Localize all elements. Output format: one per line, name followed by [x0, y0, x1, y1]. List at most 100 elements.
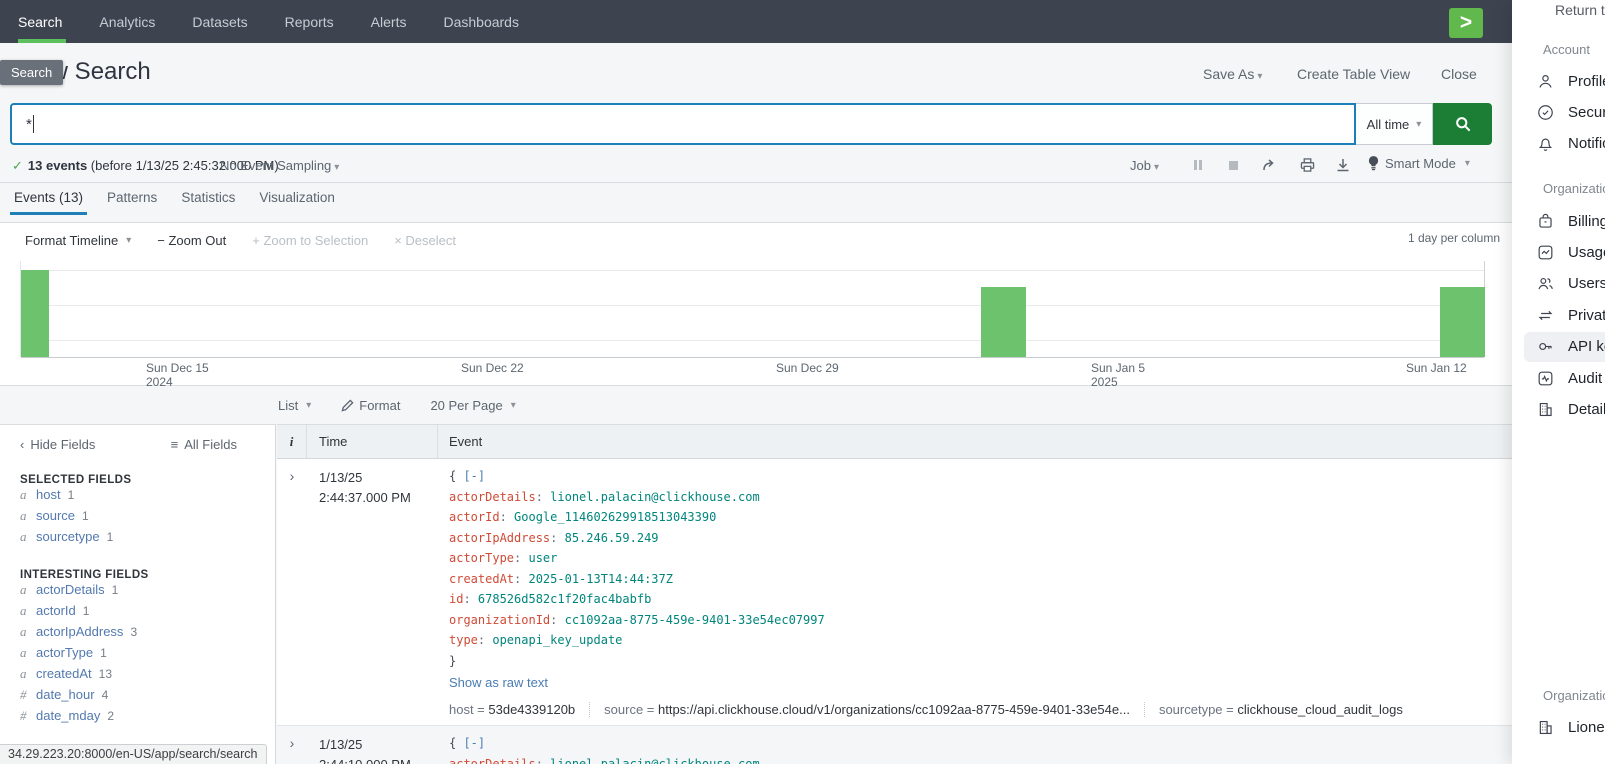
field-item-sourcetype[interactable]: asourcetype1 — [20, 529, 275, 549]
return-to-link[interactable]: Return to — [1555, 2, 1605, 18]
timeline-bar[interactable] — [981, 287, 1026, 357]
zoom-out-button[interactable]: − Zoom Out — [157, 233, 226, 248]
gridline — [21, 305, 1484, 306]
export-icon[interactable] — [1333, 156, 1353, 174]
search-input[interactable]: * — [10, 103, 1356, 145]
x-tick-label: Sun Dec 152024 — [146, 361, 209, 389]
nav-item-analytics[interactable]: Analytics — [99, 0, 177, 43]
x-tick-label: Sun Dec 22 — [461, 361, 524, 375]
hide-fields-button[interactable]: ‹Hide Fields — [20, 437, 95, 452]
per-page-dropdown[interactable]: 20 Per Page▾ — [430, 398, 515, 413]
swap-arrows-icon — [1536, 306, 1555, 325]
event-time: 2:44:37.000 PM — [319, 488, 438, 508]
timeline-chart[interactable] — [20, 261, 1485, 357]
time-range-picker[interactable]: All time▾ — [1356, 103, 1433, 145]
building-icon — [1536, 718, 1555, 737]
json-collapse-link[interactable]: [-] — [463, 469, 485, 483]
column-header-event[interactable]: Event — [438, 434, 1512, 449]
event-row: ›1/13/252:44:37.000 PM{ [-]actorDetails:… — [277, 459, 1512, 726]
nav-item-reports[interactable]: Reports — [285, 0, 356, 43]
json-field-line: createdAt: 2025-01-13T14:44:37Z — [449, 569, 1512, 590]
stop-icon[interactable] — [1223, 156, 1243, 174]
menu-item-label: Notifications — [1568, 135, 1605, 152]
numeric-field-icon: # — [20, 687, 29, 703]
meta-source[interactable]: source = https://api.clickhouse.cloud/v1… — [589, 702, 1144, 717]
all-fields-button[interactable]: ≡All Fields — [171, 437, 237, 452]
string-field-icon: a — [20, 624, 29, 640]
meta-sourcetype[interactable]: sourcetype = clickhouse_cloud_audit_logs — [1144, 702, 1417, 717]
field-item-source[interactable]: asource1 — [20, 508, 275, 528]
fields-sidebar: ‹Hide Fields ≡All Fields SELECTED FIELDS… — [0, 424, 276, 764]
search-button[interactable] — [1433, 103, 1492, 145]
create-table-view-button[interactable]: Create Table View — [1297, 66, 1410, 82]
menu-item-api-keys[interactable]: API keys — [1536, 332, 1605, 362]
column-header-time[interactable]: Time — [307, 425, 438, 458]
tab-events-[interactable]: Events (13) — [14, 190, 83, 215]
menu-item-details[interactable]: Details — [1536, 394, 1605, 424]
gridline — [21, 340, 1484, 341]
nav-item-alerts[interactable]: Alerts — [371, 0, 429, 43]
list-icon: ≡ — [171, 437, 179, 452]
expand-event-icon[interactable]: › — [277, 459, 307, 725]
event-row: ›1/13/252:44:10.000 PM{ [-]actorDetails:… — [277, 726, 1512, 764]
field-item-date_hour[interactable]: #date_hour4 — [20, 687, 275, 707]
menu-item-security[interactable]: Security — [1536, 97, 1605, 127]
field-item-actorIpAddress[interactable]: aactorIpAddress3 — [20, 624, 275, 644]
menu-item-notifications[interactable]: Notifications — [1536, 129, 1605, 159]
json-field-line: organizationId: cc1092aa-8775-459e-9401-… — [449, 610, 1512, 631]
menu-item-users[interactable]: Users — [1536, 269, 1605, 299]
timeline-bar[interactable] — [1440, 287, 1485, 357]
menu-item-usage[interactable]: Usage — [1536, 237, 1605, 267]
string-field-icon: a — [20, 582, 29, 598]
menu-item-private[interactable]: Private — [1536, 300, 1605, 330]
splunk-logo-icon[interactable]: > — [1449, 8, 1483, 38]
menu-item-lionel[interactable]: Lionel — [1536, 712, 1605, 742]
tab-statistics[interactable]: Statistics — [181, 190, 235, 215]
field-item-actorId[interactable]: aactorId1 — [20, 603, 275, 623]
list-view-dropdown[interactable]: List▾ — [278, 398, 311, 413]
interesting-fields-header: INTERESTING FIELDS — [20, 569, 275, 581]
field-item-actorType[interactable]: aactorType1 — [20, 645, 275, 665]
menu-item-profile[interactable]: Profile — [1536, 66, 1605, 96]
menu-item-billing[interactable]: Billing — [1536, 206, 1605, 236]
json-collapse-link[interactable]: [-] — [463, 736, 485, 750]
field-item-createdAt[interactable]: acreatedAt13 — [20, 666, 275, 686]
close-button[interactable]: Close — [1441, 66, 1477, 82]
menu-item-label: Private — [1568, 307, 1605, 324]
result-tabs: Events (13) Patterns Statistics Visualizati… — [14, 190, 335, 215]
field-item-host[interactable]: ahost1 — [20, 487, 275, 507]
tab-patterns[interactable]: Patterns — [107, 190, 157, 215]
menu-item-label: Security — [1568, 104, 1605, 121]
field-item-date_mday[interactable]: #date_mday2 — [20, 708, 275, 728]
event-sampling-dropdown[interactable]: No Event Sampling▾ — [220, 158, 339, 173]
top-nav: Search Analytics Datasets Reports Alerts Dash… — [0, 0, 1512, 43]
event-time-cell: 1/13/252:44:37.000 PM — [307, 459, 438, 725]
meta-host[interactable]: host = 53de4339120b — [449, 702, 589, 717]
expand-event-icon[interactable]: › — [277, 726, 307, 764]
format-results-button[interactable]: Format — [341, 398, 400, 413]
share-icon[interactable] — [1260, 156, 1280, 174]
text-cursor — [33, 115, 34, 133]
timeline-bar[interactable] — [21, 270, 49, 357]
field-item-actorDetails[interactable]: aactorDetails1 — [20, 582, 275, 602]
x-tick-label: Sun Dec 29 — [776, 361, 839, 375]
menu-item-label: Users — [1568, 275, 1605, 292]
format-timeline-dropdown[interactable]: Format Timeline▾ — [25, 233, 131, 248]
job-action-icons — [1188, 156, 1353, 174]
menu-item-audit[interactable]: Audit — [1536, 363, 1602, 393]
print-icon[interactable] — [1297, 156, 1317, 174]
show-raw-text-link[interactable]: Show as raw text — [449, 672, 548, 693]
x-tick-label: Sun Jan 52025 — [1091, 361, 1145, 389]
string-field-icon: a — [20, 666, 29, 682]
smart-mode-dropdown[interactable]: Smart Mode▾ — [1368, 156, 1470, 171]
pause-icon[interactable] — [1188, 156, 1208, 174]
column-header-info[interactable]: i — [277, 425, 307, 458]
nav-item-datasets[interactable]: Datasets — [192, 0, 269, 43]
section-header-organization: Organization — [1543, 688, 1605, 703]
save-as-button[interactable]: Save As▾ — [1203, 66, 1262, 82]
nav-item-dashboards[interactable]: Dashboards — [443, 0, 541, 43]
tab-visualization[interactable]: Visualization — [259, 190, 335, 215]
job-menu-dropdown[interactable]: Job▾ — [1130, 158, 1159, 173]
caret-down-icon: ▾ — [1416, 119, 1421, 130]
nav-item-search[interactable]: Search — [18, 0, 84, 43]
